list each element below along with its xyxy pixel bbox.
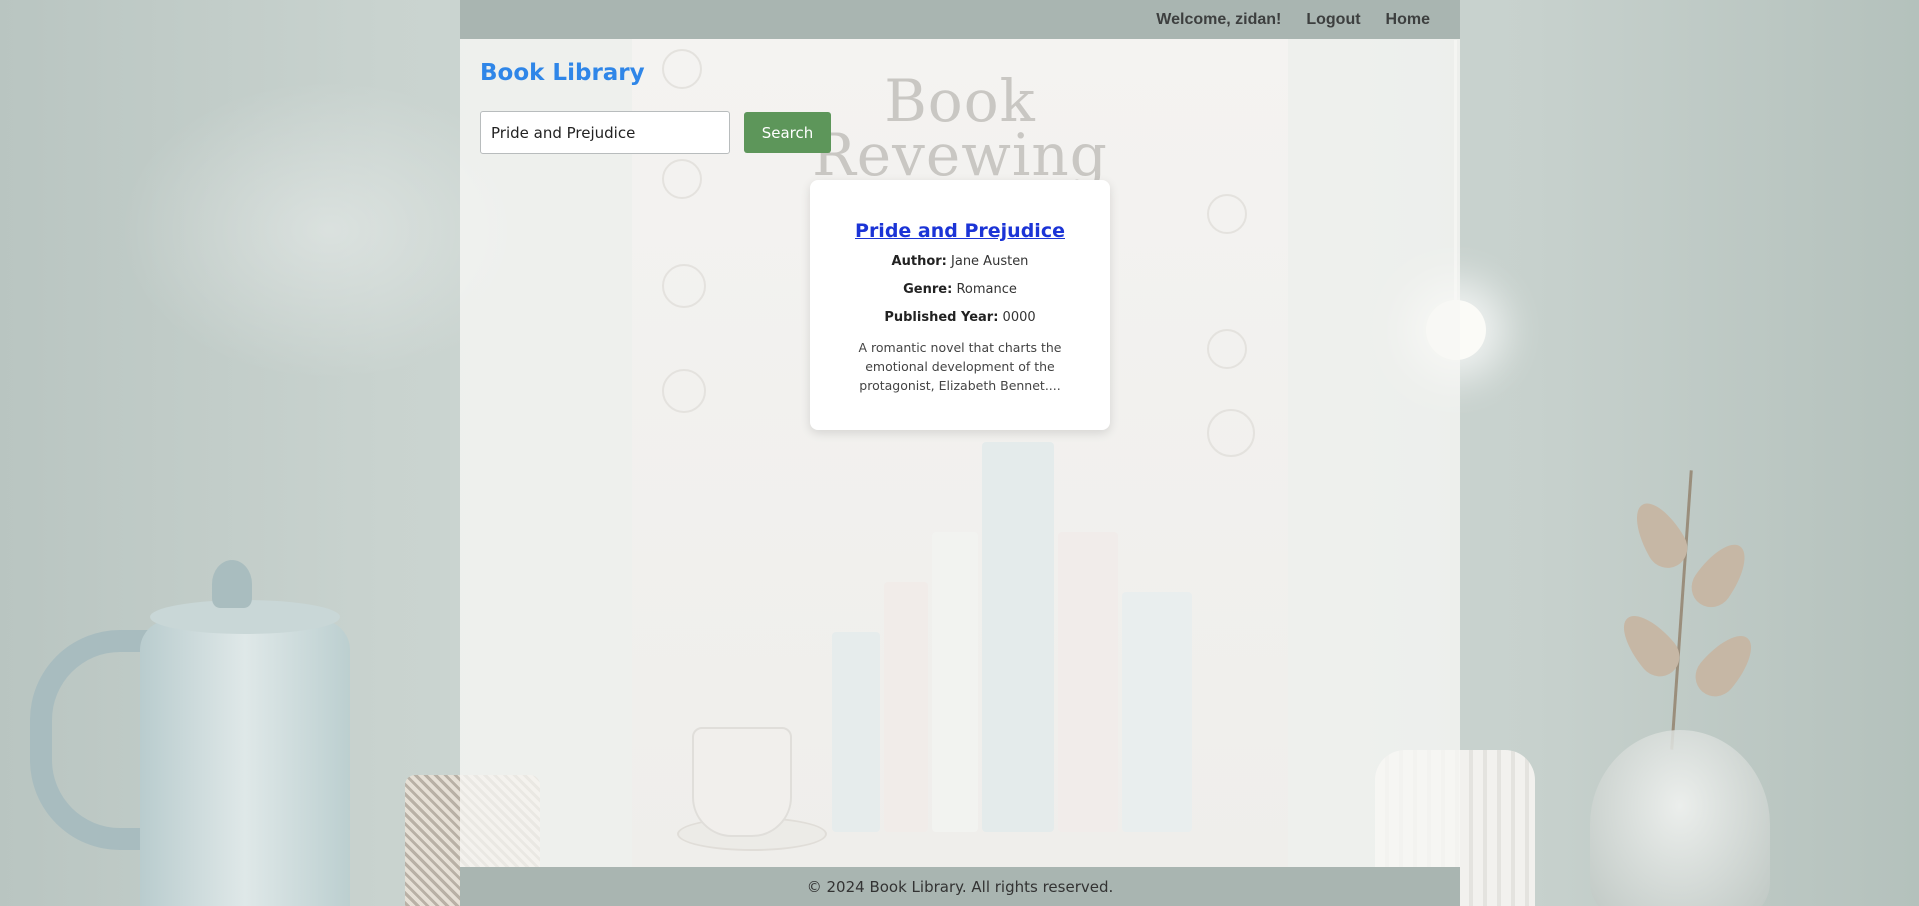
top-nav: Welcome, zidan! Logout Home: [1156, 0, 1430, 39]
book-description: A romantic novel that charts the emotion…: [858, 340, 1062, 393]
decor-circle: [1207, 409, 1255, 457]
decor-circle: [662, 159, 702, 199]
cup-illustration: [692, 727, 792, 837]
logout-link[interactable]: Logout: [1306, 11, 1360, 29]
book-illustration: [884, 582, 928, 832]
glass-vase: [1590, 730, 1770, 906]
book-card: Pride and Prejudice Author: Jane Austen …: [810, 180, 1110, 430]
search-button[interactable]: Search: [744, 112, 831, 153]
footer-copyright: © 2024 Book Library. All rights reserved…: [806, 877, 1114, 896]
plant-leaf: [1683, 534, 1757, 616]
top-nav-bar: Welcome, zidan! Logout Home: [460, 0, 1460, 39]
decor-circle: [1207, 329, 1247, 369]
footer-bar: © 2024 Book Library. All rights reserved…: [460, 867, 1460, 906]
brand-title[interactable]: Book Library: [480, 60, 645, 86]
welcome-text: Welcome, zidan!: [1156, 10, 1282, 28]
genre-value: Romance: [956, 282, 1017, 297]
book-illustration: [1122, 592, 1192, 832]
decor-circle: [1207, 194, 1247, 234]
search-input[interactable]: [480, 111, 730, 154]
book-author: Author: Jane Austen: [810, 254, 1110, 269]
plant-stem: [1670, 470, 1693, 750]
year-label: Published Year:: [884, 310, 999, 325]
poster-title: Book Revewing: [632, 67, 1288, 189]
book-illustration: [832, 632, 880, 832]
poster-title-line1: Book: [884, 67, 1036, 135]
genre-label: Genre:: [903, 282, 953, 297]
book-illustration: [1058, 532, 1118, 832]
book-illustration: [982, 442, 1054, 832]
book-genre: Genre: Romance: [810, 282, 1110, 297]
decor-circle: [662, 49, 702, 89]
author-label: Author:: [891, 254, 947, 269]
teapot: [140, 620, 350, 906]
book-title-link[interactable]: Pride and Prejudice: [810, 220, 1110, 242]
decor-circle: [662, 264, 706, 308]
teapot-knob: [212, 560, 252, 608]
plant-leaf: [1687, 625, 1763, 705]
book-year: Published Year: 0000: [810, 310, 1110, 325]
year-value: 0000: [1002, 310, 1036, 325]
poster-title-line2: Revewing: [812, 121, 1108, 189]
background-poster: Book Revewing: [632, 39, 1288, 867]
book-illustration: [932, 532, 978, 832]
decor-circle: [662, 369, 706, 413]
author-value: Jane Austen: [951, 254, 1029, 269]
home-link[interactable]: Home: [1386, 11, 1430, 29]
